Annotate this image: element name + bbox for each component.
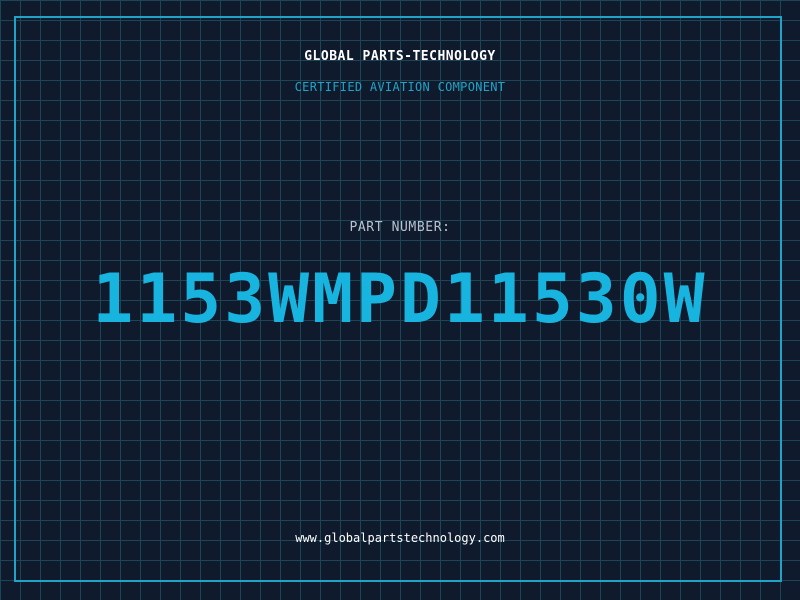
brand-name: GLOBAL PARTS-TECHNOLOGY	[304, 49, 496, 64]
website-url: www.globalpartstechnology.com	[295, 531, 505, 545]
part-number-value: 1153WMPD11530W	[92, 260, 708, 339]
part-number-label: PART NUMBER:	[349, 220, 451, 235]
brand-tagline: CERTIFIED AVIATION COMPONENT	[294, 80, 506, 94]
